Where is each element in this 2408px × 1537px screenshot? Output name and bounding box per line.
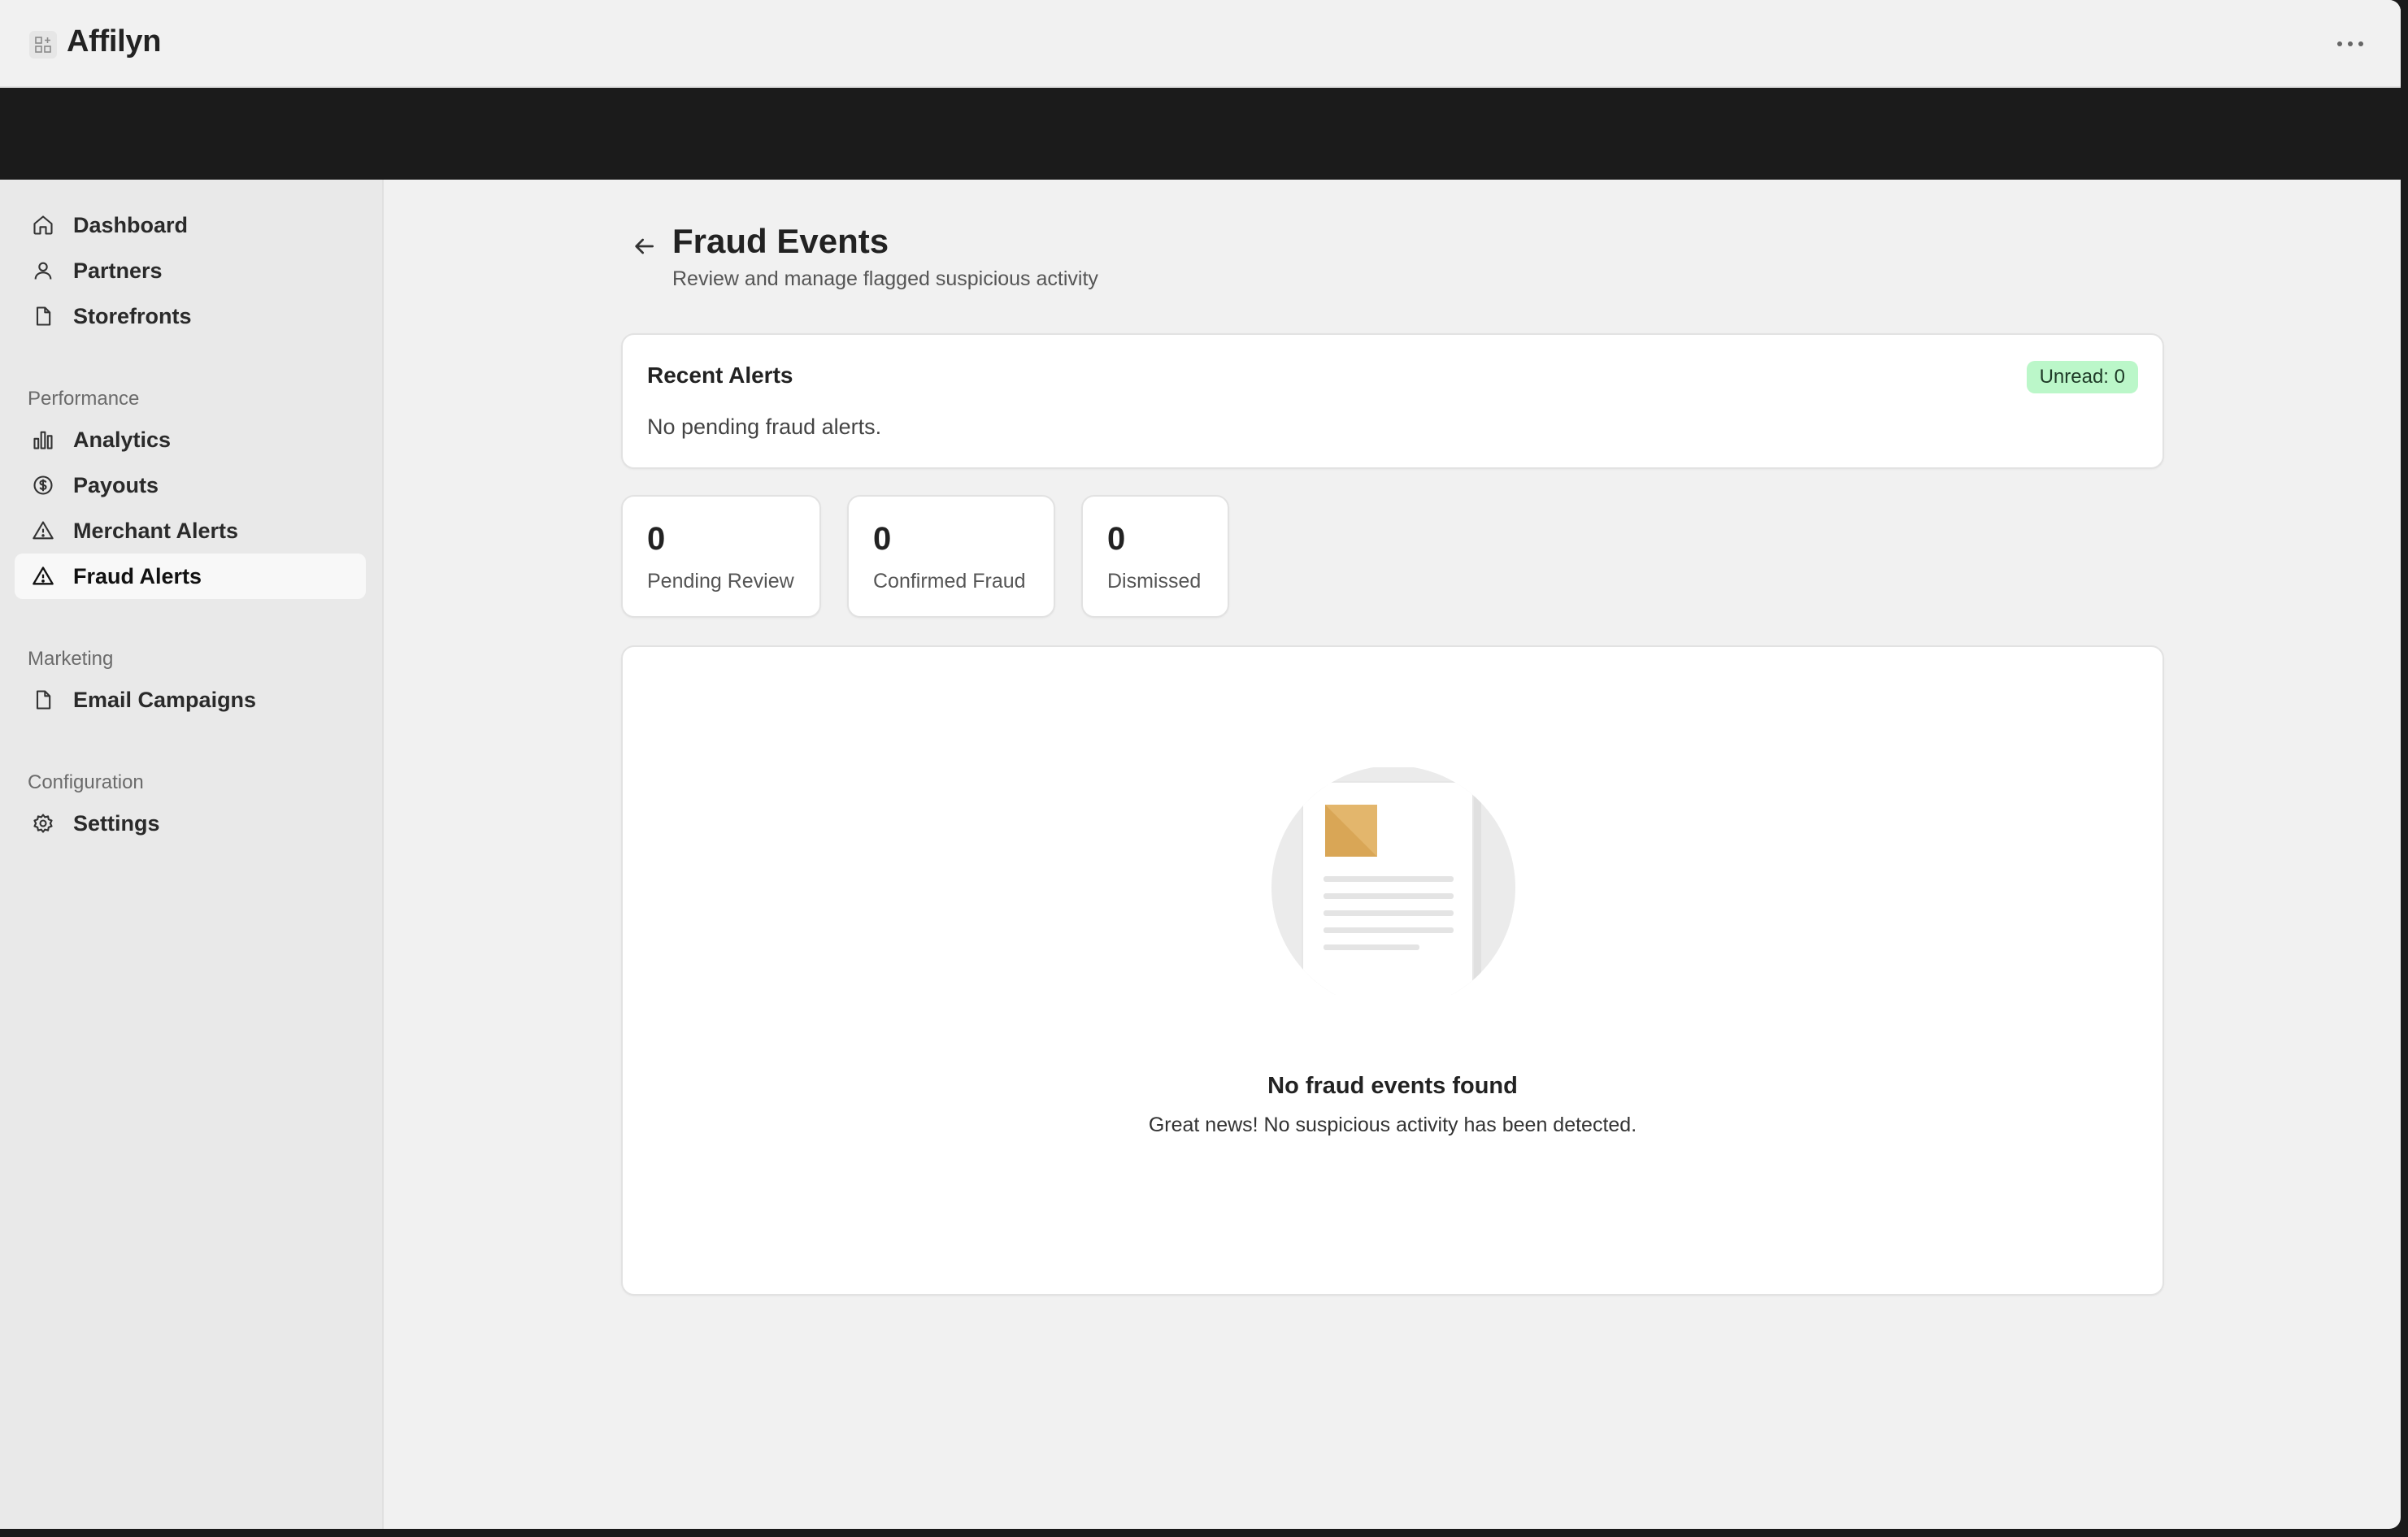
top-bar: Affilyn — [0, 0, 2401, 88]
user-icon — [29, 257, 57, 284]
stat-value: 0 — [1107, 521, 1126, 557]
stat-label: Pending Review — [647, 570, 794, 593]
file-icon — [29, 302, 57, 330]
app-window: Affilyn Dashboard Partners Storefronts P… — [0, 0, 2401, 1529]
sidebar-item-fraud-alerts[interactable]: Fraud Alerts — [15, 554, 366, 599]
section-label-configuration: Configuration — [28, 771, 144, 793]
empty-document-illustration — [1271, 766, 1515, 1009]
sidebar-item-settings[interactable]: Settings — [15, 801, 366, 846]
more-options-icon[interactable] — [2332, 28, 2368, 60]
main-content: Fraud Events Review and manage flagged s… — [384, 180, 2401, 1529]
sidebar-item-label: Email Campaigns — [73, 687, 257, 712]
section-label-marketing: Marketing — [28, 648, 114, 670]
sidebar-item-storefronts[interactable]: Storefronts — [15, 293, 366, 339]
sidebar-item-label: Merchant Alerts — [73, 518, 239, 543]
app-title: Affilyn — [67, 24, 162, 59]
home-icon — [29, 211, 57, 239]
empty-state-title: No fraud events found — [1267, 1073, 1518, 1099]
stat-card-pending-review: 0 Pending Review — [621, 495, 821, 618]
sidebar-item-label: Dashboard — [73, 212, 189, 237]
bar-chart-icon — [29, 426, 57, 454]
unread-badge: Unread: 0 — [2026, 361, 2138, 393]
recent-alerts-card: Recent Alerts Unread: 0 No pending fraud… — [621, 333, 2164, 469]
file-icon — [29, 686, 57, 714]
stat-card-dismissed: 0 Dismissed — [1081, 495, 1229, 618]
recent-alerts-title: Recent Alerts — [647, 363, 793, 388]
stat-value: 0 — [873, 521, 892, 557]
section-label-performance: Performance — [28, 388, 140, 410]
warning-triangle-icon — [29, 517, 57, 545]
page-title: Fraud Events — [672, 222, 889, 260]
app-grid-icon — [29, 31, 57, 59]
page-subtitle: Review and manage flagged suspicious act… — [672, 267, 1098, 290]
sidebar: Dashboard Partners Storefronts Performan… — [0, 180, 384, 1529]
sidebar-item-label: Payouts — [73, 472, 159, 497]
stat-card-confirmed-fraud: 0 Confirmed Fraud — [847, 495, 1055, 618]
header-banner — [0, 88, 2401, 180]
fraud-events-empty-state: No fraud events found Great news! No sus… — [621, 645, 2164, 1296]
sidebar-item-merchant-alerts[interactable]: Merchant Alerts — [15, 508, 366, 554]
back-arrow-icon[interactable] — [626, 228, 662, 264]
sidebar-item-partners[interactable]: Partners — [15, 248, 366, 293]
stat-label: Dismissed — [1107, 570, 1202, 593]
empty-state-description: Great news! No suspicious activity has b… — [1148, 1114, 1637, 1136]
warning-triangle-icon — [29, 562, 57, 590]
stat-value: 0 — [647, 521, 666, 557]
sidebar-item-label: Storefronts — [73, 303, 192, 328]
sidebar-item-label: Partners — [73, 258, 163, 283]
sidebar-item-analytics[interactable]: Analytics — [15, 417, 366, 462]
stat-label: Confirmed Fraud — [873, 570, 1026, 593]
gear-icon — [29, 810, 57, 837]
sidebar-item-label: Fraud Alerts — [73, 563, 202, 588]
sidebar-item-dashboard[interactable]: Dashboard — [15, 202, 366, 248]
sidebar-item-payouts[interactable]: Payouts — [15, 462, 366, 508]
sidebar-item-email-campaigns[interactable]: Email Campaigns — [15, 677, 366, 723]
sidebar-item-label: Analytics — [73, 427, 172, 452]
alerts-empty-text: No pending fraud alerts. — [647, 415, 882, 439]
sidebar-item-label: Settings — [73, 810, 160, 836]
dollar-circle-icon — [29, 471, 57, 499]
